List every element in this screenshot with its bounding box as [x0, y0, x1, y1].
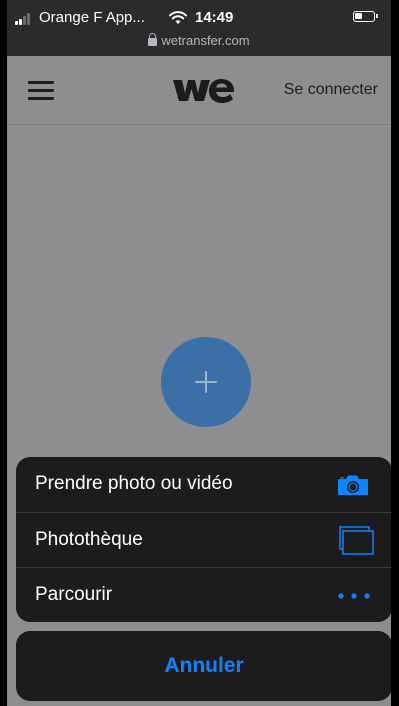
- clock: 14:49: [195, 9, 234, 26]
- url-text: wetransfer.com: [161, 33, 250, 48]
- wifi-icon: [169, 11, 187, 24]
- cancel-button[interactable]: Annuler: [16, 631, 391, 701]
- hamburger-icon[interactable]: [28, 81, 54, 101]
- more-icon: [338, 593, 370, 599]
- photo-library-icon: [339, 526, 374, 555]
- address-bar[interactable]: wetransfer.com: [7, 33, 391, 48]
- signal-icon: [15, 13, 35, 25]
- option-label: Photothèque: [35, 529, 143, 550]
- status-bar: Orange F App... 14:49 wetransfer.com: [7, 0, 391, 56]
- site-header: Se connecter: [7, 56, 391, 125]
- action-sheet: Prendre photo ou vidéo Photothèque Parco…: [16, 457, 391, 622]
- photo-library-option[interactable]: Photothèque: [16, 512, 391, 567]
- wetransfer-logo[interactable]: [173, 76, 235, 104]
- take-photo-option[interactable]: Prendre photo ou vidéo: [16, 457, 391, 511]
- option-label: Parcourir: [35, 584, 113, 605]
- carrier-name: Orange F App...: [39, 9, 145, 26]
- lock-icon: [148, 33, 158, 46]
- phone-screen: Orange F App... 14:49 wetransfer.com Se …: [7, 0, 391, 706]
- add-files-button[interactable]: [161, 337, 251, 427]
- login-link[interactable]: Se connecter: [284, 81, 378, 99]
- battery-icon: [353, 11, 378, 22]
- camera-icon: [338, 475, 368, 495]
- browse-option[interactable]: Parcourir: [16, 567, 391, 622]
- option-label: Prendre photo ou vidéo: [35, 473, 233, 494]
